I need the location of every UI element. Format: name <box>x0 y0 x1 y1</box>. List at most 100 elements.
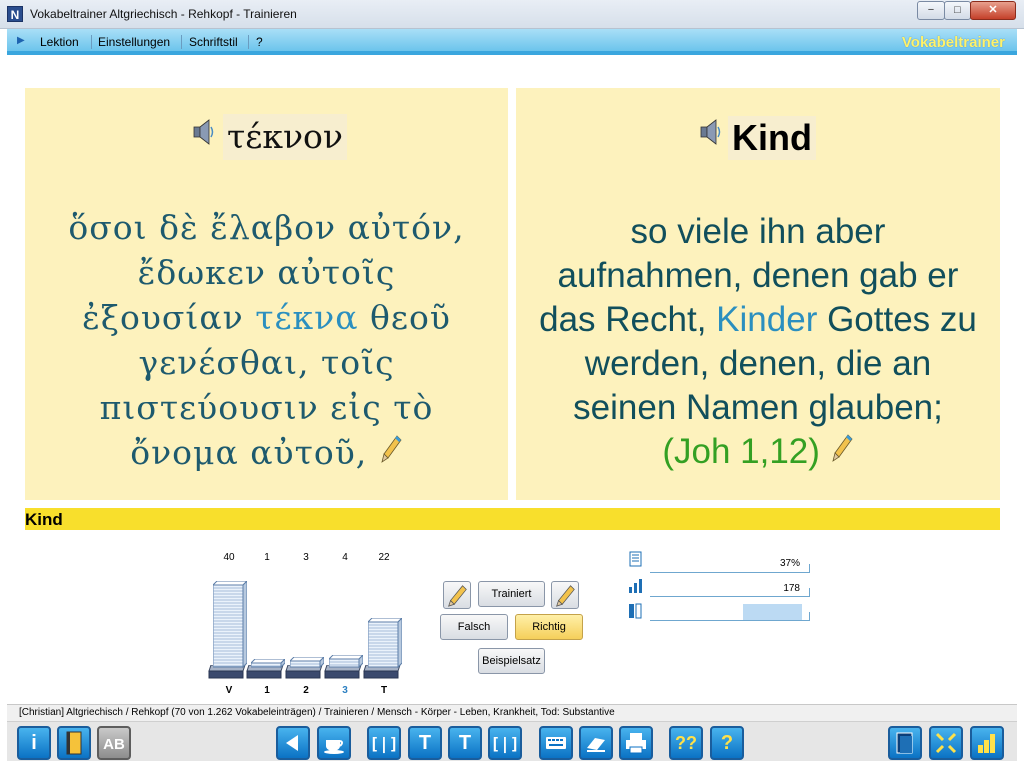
answer-bar: Kind <box>25 508 1000 530</box>
stat-tick <box>809 588 810 597</box>
menu-item-schriftstil[interactable]: Schriftstil <box>189 35 238 49</box>
german-word: Kind <box>728 116 816 160</box>
box-count-label: 40 <box>223 552 235 563</box>
menu-item-lektion[interactable]: Lektion <box>40 35 79 49</box>
book-button[interactable] <box>57 726 91 760</box>
edit-pencil-icon[interactable] <box>379 434 403 464</box>
ab-button[interactable]: AB <box>97 726 131 760</box>
bible-reference: (Joh 1,12) <box>662 432 820 471</box>
t-icon: T <box>458 732 472 754</box>
edit-pencil-icon[interactable] <box>830 433 854 463</box>
box-category-label: T <box>380 685 388 696</box>
status-bar: [Christian] Altgriechisch / Rehkopf (70 … <box>7 704 1017 721</box>
box-card-stack[interactable] <box>329 655 363 669</box>
info-icon: i <box>31 732 37 754</box>
help-button[interactable]: ? <box>710 726 744 760</box>
count-value: 178 <box>783 583 800 594</box>
stats-icon <box>629 579 642 593</box>
back-arrow-icon <box>286 735 298 751</box>
shrink-button[interactable] <box>929 726 963 760</box>
book-stack-icon <box>896 732 913 754</box>
keyboard-icon <box>546 737 566 749</box>
box-count-label: 1 <box>264 552 270 563</box>
eraser-button[interactable] <box>579 726 613 760</box>
speaker-icon[interactable] <box>700 118 722 146</box>
box-category-label: 3 <box>342 685 348 696</box>
speaker-icon[interactable] <box>193 118 215 146</box>
close-button[interactable]: ✕ <box>970 1 1016 20</box>
trainiert-button[interactable]: Trainiert <box>478 581 545 607</box>
menu-bar: ▶ Lektion Einstellungen Schriftstil ? Vo… <box>7 29 1017 55</box>
box-card-stack[interactable] <box>290 657 324 669</box>
greek-sentence-highlight: τέκνα <box>255 298 359 337</box>
t-button-1[interactable]: T <box>408 726 442 760</box>
box-count-label: 4 <box>342 552 348 563</box>
edit-right-button[interactable] <box>551 581 579 609</box>
box-count-label: 22 <box>378 552 390 563</box>
pencil-icon <box>556 585 575 607</box>
book-stack-button[interactable] <box>888 726 922 760</box>
stats-button[interactable] <box>970 726 1004 760</box>
stat-line <box>650 572 810 573</box>
beispielsatz-button[interactable]: Beispielsatz <box>478 648 545 674</box>
menu-separator <box>248 35 249 49</box>
german-example-sentence: so viele ihn aber aufnahmen, denen gab e… <box>516 210 1000 474</box>
progress-fill <box>743 604 802 620</box>
menu-item-help[interactable]: ? <box>256 35 263 49</box>
eraser-icon <box>587 738 605 752</box>
svg-text:[|]: [|] <box>491 734 520 754</box>
box-card-stack[interactable] <box>368 618 402 669</box>
percent-value: 37% <box>779 558 800 569</box>
keyboard-button[interactable] <box>539 726 573 760</box>
back-button[interactable] <box>276 726 310 760</box>
box-card-stack[interactable] <box>213 581 247 669</box>
bar-chart-icon <box>978 734 995 753</box>
box-card-stack[interactable] <box>251 659 285 669</box>
box-category-label: 1 <box>264 685 270 696</box>
title-bar: N Vokabeltrainer Altgriechisch - Rehkopf… <box>0 0 1024 29</box>
t-icon: T <box>418 732 432 754</box>
answer-text: Kind <box>25 510 63 529</box>
box-category-label: 2 <box>303 685 309 696</box>
window-title: Vokabeltrainer Altgriechisch - Rehkopf -… <box>30 7 297 21</box>
progress-icon <box>629 603 642 619</box>
brackets-icon: [|] <box>370 734 399 754</box>
ab-icon: AB <box>103 736 125 753</box>
menu-separator <box>181 35 182 49</box>
question-icon: ? <box>720 732 734 754</box>
brackets-button-2[interactable]: [|] <box>488 726 522 760</box>
maximize-button[interactable]: □ <box>944 1 971 20</box>
brackets-icon: [|] <box>491 734 520 754</box>
print-button[interactable] <box>619 726 653 760</box>
richtig-button[interactable]: Richtig <box>515 614 583 640</box>
svg-text:[|]: [|] <box>370 734 399 754</box>
minimize-button[interactable]: − <box>917 1 945 20</box>
menu-item-einstellungen[interactable]: Einstellungen <box>98 35 170 49</box>
document-icon <box>629 551 642 567</box>
stat-tick <box>809 564 810 573</box>
greek-example-sentence: ὅσοι δὲ ἔλαβον αὐτόν, ἔδωκεν αὐτοῖς ἐξου… <box>25 205 508 475</box>
greek-word: τέκνον <box>223 114 347 160</box>
falsch-button[interactable]: Falsch <box>440 614 508 640</box>
german-sentence-highlight: Kinder <box>716 300 818 339</box>
pencil-icon <box>448 585 467 607</box>
info-button[interactable]: i <box>17 726 51 760</box>
brackets-button[interactable]: [|] <box>367 726 401 760</box>
app-icon: N <box>7 6 23 22</box>
edit-left-button[interactable] <box>443 581 471 609</box>
printer-icon <box>626 733 646 754</box>
stat-line <box>650 596 810 597</box>
t-button-2[interactable]: T <box>448 726 482 760</box>
box-category-label: V <box>225 685 233 696</box>
status-text: [Christian] Altgriechisch / Rehkopf (70 … <box>19 707 615 718</box>
box-count-label: 3 <box>303 552 309 563</box>
coffee-cup-icon <box>324 740 344 754</box>
menu-arrow-icon: ▶ <box>17 35 25 46</box>
double-question-icon: ?? <box>675 733 697 753</box>
coffee-button[interactable] <box>317 726 351 760</box>
stat-tick <box>809 612 810 621</box>
menu-separator <box>91 35 92 49</box>
brand-label: Vokabeltrainer <box>901 34 1005 51</box>
help-button-double[interactable]: ?? <box>669 726 703 760</box>
book-icon <box>66 731 82 755</box>
